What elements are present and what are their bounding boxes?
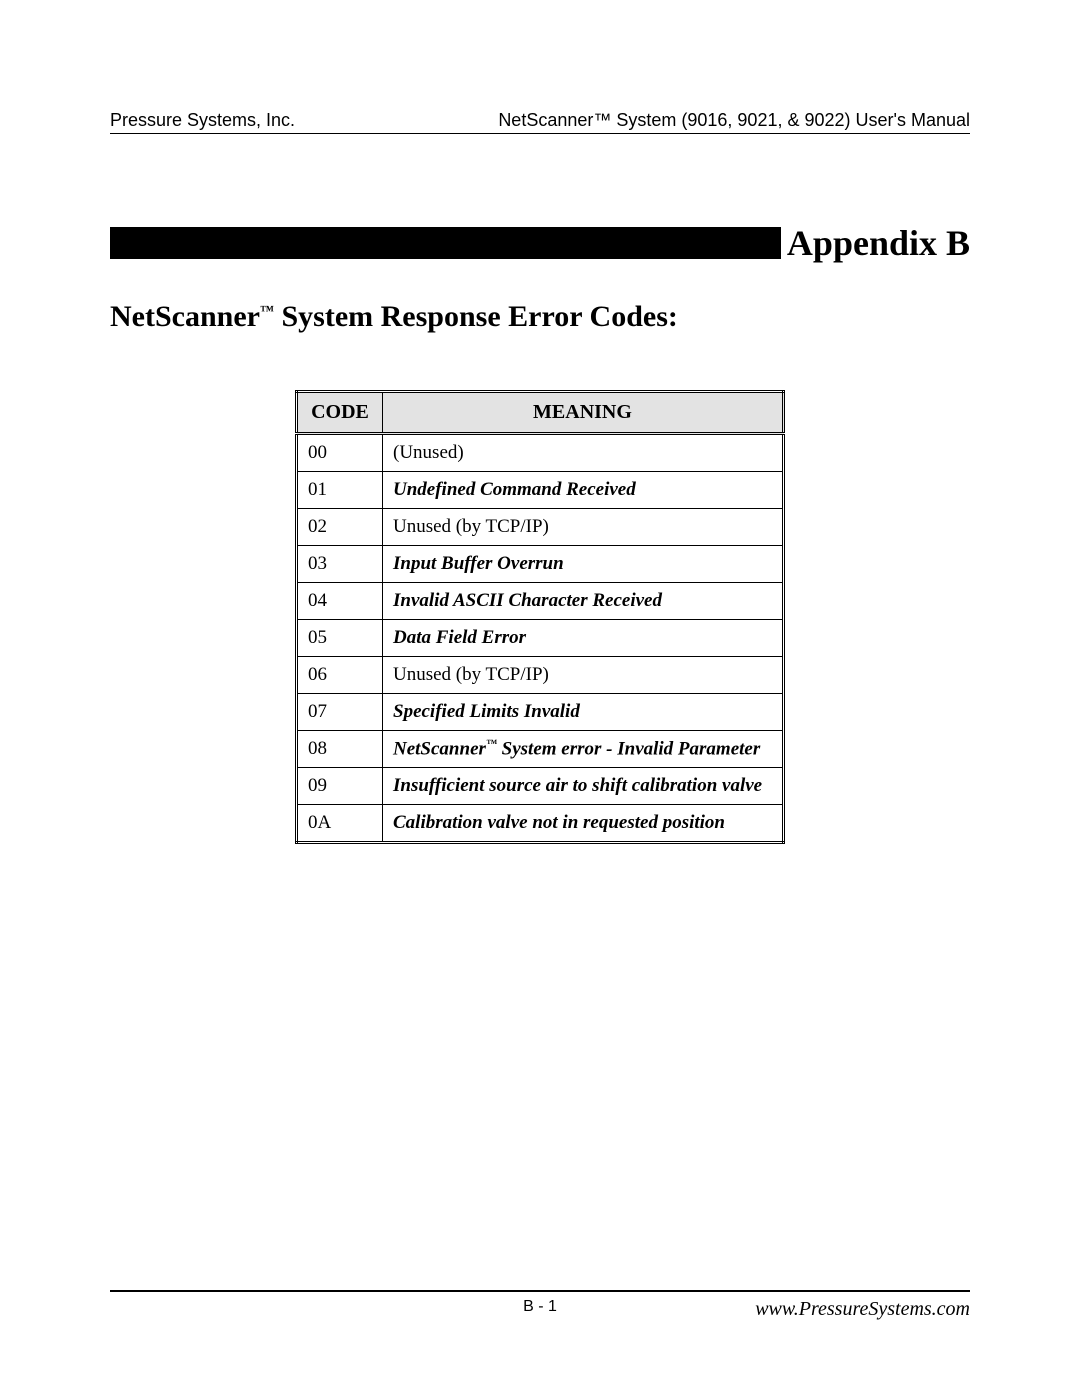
code-cell: 04 — [297, 583, 383, 620]
col-header-code: CODE — [297, 392, 383, 434]
meaning-cell: Undefined Command Received — [383, 472, 784, 509]
table-row: 03Input Buffer Overrun — [297, 546, 784, 583]
footer-row: B - 1 www.PressureSystems.com — [110, 1298, 970, 1321]
meaning-cell: (Unused) — [383, 434, 784, 472]
table-row: 09Insufficient source air to shift calib… — [297, 768, 784, 805]
page-footer: B - 1 www.PressureSystems.com — [110, 1290, 970, 1321]
table-row: 00(Unused) — [297, 434, 784, 472]
code-cell: 05 — [297, 620, 383, 657]
table-row: 06Unused (by TCP/IP) — [297, 657, 784, 694]
error-codes-table: CODE MEANING 00(Unused)01Undefined Comma… — [295, 390, 785, 844]
running-header: Pressure Systems, Inc. NetScanner™ Syste… — [110, 110, 970, 134]
appendix-heading: Appendix B — [110, 222, 970, 264]
table-header-row: CODE MEANING — [297, 392, 784, 434]
code-cell: 06 — [297, 657, 383, 694]
table-row: 04Invalid ASCII Character Received — [297, 583, 784, 620]
meaning-cell: NetScanner™ System error - Invalid Param… — [383, 731, 784, 768]
section-title-prefix: NetScanner — [110, 300, 260, 333]
section-title-suffix: System Response Error Codes: — [274, 300, 678, 333]
page-number: B - 1 — [523, 1298, 557, 1316]
code-cell: 0A — [297, 805, 383, 843]
meaning-cell: Unused (by TCP/IP) — [383, 509, 784, 546]
meaning-cell: Data Field Error — [383, 620, 784, 657]
code-cell: 09 — [297, 768, 383, 805]
section-title: NetScanner™ System Response Error Codes: — [110, 300, 970, 334]
footer-url: www.PressureSystems.com — [755, 1298, 970, 1321]
table-row: 01Undefined Command Received — [297, 472, 784, 509]
trademark-symbol: ™ — [486, 738, 497, 750]
code-cell: 03 — [297, 546, 383, 583]
footer-rule — [110, 1290, 970, 1292]
code-cell: 02 — [297, 509, 383, 546]
table-row: 05Data Field Error — [297, 620, 784, 657]
appendix-title: Appendix B — [787, 222, 970, 264]
meaning-cell: Unused (by TCP/IP) — [383, 657, 784, 694]
table-container: CODE MEANING 00(Unused)01Undefined Comma… — [110, 390, 970, 844]
header-right: NetScanner™ System (9016, 9021, & 9022) … — [498, 110, 970, 131]
table-row: 08NetScanner™ System error - Invalid Par… — [297, 731, 784, 768]
meaning-cell: Invalid ASCII Character Received — [383, 583, 784, 620]
meaning-cell: Calibration valve not in requested posit… — [383, 805, 784, 843]
meaning-cell: Insufficient source air to shift calibra… — [383, 768, 784, 805]
code-cell: 01 — [297, 472, 383, 509]
heading-bar — [110, 227, 781, 259]
meaning-cell: Input Buffer Overrun — [383, 546, 784, 583]
page: Pressure Systems, Inc. NetScanner™ Syste… — [0, 0, 1080, 1397]
code-cell: 00 — [297, 434, 383, 472]
trademark-symbol: ™ — [260, 304, 274, 319]
code-cell: 07 — [297, 694, 383, 731]
table-row: 07Specified Limits Invalid — [297, 694, 784, 731]
code-cell: 08 — [297, 731, 383, 768]
meaning-cell: Specified Limits Invalid — [383, 694, 784, 731]
header-left: Pressure Systems, Inc. — [110, 110, 295, 131]
col-header-meaning: MEANING — [383, 392, 784, 434]
table-row: 0ACalibration valve not in requested pos… — [297, 805, 784, 843]
table-row: 02Unused (by TCP/IP) — [297, 509, 784, 546]
